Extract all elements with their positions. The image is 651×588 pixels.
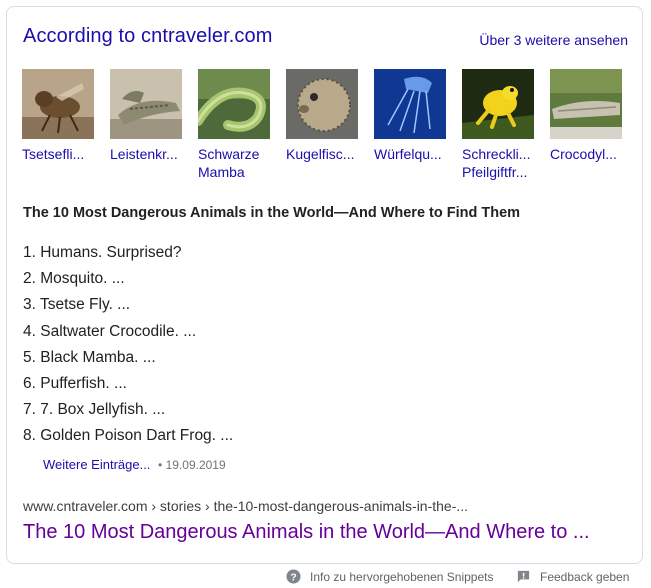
- snippet-footer: ? Info zu hervorgehobenen Snippets Feedb…: [0, 569, 651, 587]
- result-title-link[interactable]: The 10 Most Dangerous Animals in the Wor…: [23, 521, 590, 544]
- svg-text:?: ?: [290, 572, 296, 583]
- help-icon: ?: [286, 569, 301, 584]
- saltwater-crocodile-photo[interactable]: [110, 69, 182, 139]
- thumbnail-label[interactable]: Crocodyl...: [550, 145, 630, 163]
- thumbnail-item[interactable]: Tsetsefli...: [22, 69, 96, 163]
- thumbnail-label[interactable]: Leistenkr...: [110, 145, 190, 163]
- date-text: 19.09.2019: [165, 458, 226, 472]
- info-snippets-link[interactable]: ? Info zu hervorgehobenen Snippets: [286, 569, 493, 584]
- result-url-breadcrumb[interactable]: www.cntraveler.com › stories › the-10-mo…: [23, 498, 468, 514]
- crocodile-photo[interactable]: [550, 69, 622, 139]
- thumbnail-label[interactable]: Schwarze Mamba: [198, 145, 278, 181]
- feedback-icon: [517, 570, 530, 583]
- pufferfish-photo[interactable]: [286, 69, 358, 139]
- list-item: 4. Saltwater Crocodile. ...: [23, 322, 197, 340]
- thumbnail-item[interactable]: Würfelqu...: [374, 69, 448, 163]
- list-item: 8. Golden Poison Dart Frog. ...: [23, 427, 234, 445]
- list-item: 1. Humans. Surprised?: [23, 244, 182, 261]
- black-mamba-photo[interactable]: [198, 69, 270, 139]
- box-jellyfish-photo[interactable]: [374, 69, 446, 139]
- featured-snippet-card: According to cntraveler.com Über 3 weite…: [6, 6, 643, 564]
- snippet-heading: The 10 Most Dangerous Animals in the Wor…: [23, 205, 521, 221]
- thumbnail-item[interactable]: Schwarze Mamba: [198, 69, 272, 181]
- thumbnail-label[interactable]: Tsetsefli...: [22, 145, 102, 163]
- tsetse-fly-photo[interactable]: [22, 69, 94, 139]
- thumbnail-item[interactable]: Crocodyl...: [550, 69, 624, 163]
- snippet-source-title[interactable]: According to cntraveler.com: [23, 25, 272, 48]
- thumbnail-label[interactable]: Schreckli... Pfeilgiftfr...: [462, 145, 542, 181]
- image-carousel: Tsetsefli... Leistenkr... Schwarze Mamba: [22, 69, 632, 189]
- list-item: 2. Mosquito. ...: [23, 270, 125, 288]
- thumbnail-label[interactable]: Kugelfisc...: [286, 145, 366, 163]
- more-entries-row: Weitere Einträge... • 19.09.2019: [43, 457, 226, 472]
- see-more-link[interactable]: Über 3 weitere ansehen: [479, 32, 628, 48]
- info-snippets-label: Info zu hervorgehobenen Snippets: [310, 569, 494, 584]
- thumbnail-item[interactable]: Schreckli... Pfeilgiftfr...: [462, 69, 536, 181]
- thumbnail-item[interactable]: Kugelfisc...: [286, 69, 360, 163]
- poison-dart-frog-photo[interactable]: [462, 69, 534, 139]
- thumbnail-item[interactable]: Leistenkr...: [110, 69, 184, 163]
- list-item: 5. Black Mamba. ...: [23, 348, 156, 366]
- list-item: 3. Tsetse Fly. ...: [23, 296, 131, 314]
- list-item: 7. 7. Box Jellyfish. ...: [23, 401, 166, 419]
- feedback-link[interactable]: Feedback geben: [516, 569, 629, 584]
- thumbnail-label[interactable]: Würfelqu...: [374, 145, 454, 163]
- feedback-label: Feedback geben: [540, 569, 630, 584]
- list-item: 6. Pufferfish. ...: [23, 375, 127, 393]
- more-entries-link[interactable]: Weitere Einträge...: [43, 457, 150, 472]
- snippet-list: 1. Humans. Surprised? 2. Mosquito. ... 3…: [23, 240, 233, 450]
- snippet-date: • 19.09.2019: [158, 458, 226, 472]
